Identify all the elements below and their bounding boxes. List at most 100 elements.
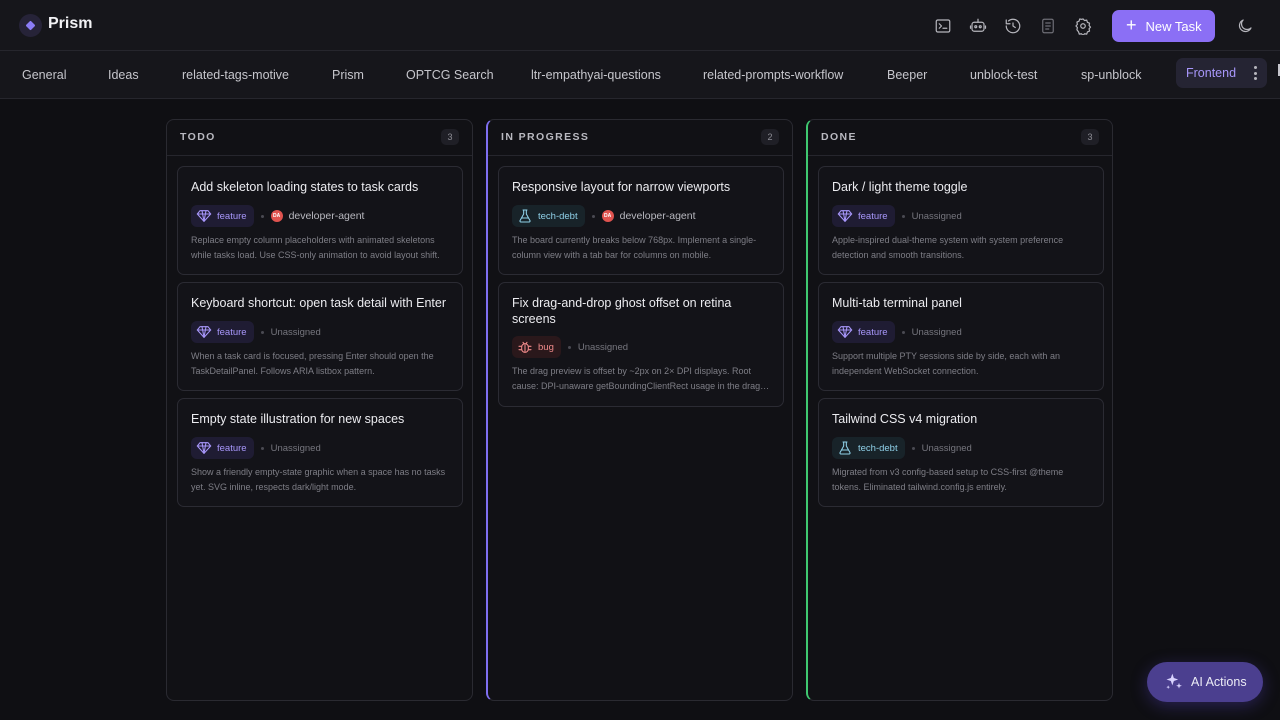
task-meta: feature Unassigned xyxy=(832,321,962,343)
task-title: Keyboard shortcut: open task detail with… xyxy=(191,296,447,310)
history-icon[interactable] xyxy=(1003,16,1023,36)
tab-optcg-search[interactable]: OPTCG Search xyxy=(406,64,494,86)
assignee: Unassigned xyxy=(270,442,321,454)
separator-dot xyxy=(911,446,915,450)
moon-icon[interactable] xyxy=(1235,16,1255,36)
column-header: TODO 3 xyxy=(167,120,472,156)
tab-ltr-empathyai-questions[interactable]: ltr-empathyai-questions xyxy=(531,64,661,86)
tab-related-tags-motive[interactable]: related-tags-motive xyxy=(182,64,289,86)
label-text: bug xyxy=(538,341,554,353)
tab-related-prompts-workflow[interactable]: related-prompts-workflow xyxy=(703,64,843,86)
ai-actions-label: AI Actions xyxy=(1191,675,1247,689)
assignee: Unassigned xyxy=(577,341,629,353)
task-description: The drag preview is offset by ~2px on 2×… xyxy=(512,366,761,391)
separator-dot xyxy=(260,446,264,450)
task-card[interactable]: Empty state illustration for new spaces … xyxy=(177,398,463,507)
label-badge: feature xyxy=(832,321,895,343)
task-title: Tailwind CSS v4 migration xyxy=(832,412,978,426)
task-description: Apple-inspired dual-theme system with sy… xyxy=(832,235,1064,260)
task-title: Responsive layout for narrow viewports xyxy=(512,180,731,194)
task-card[interactable]: Multi-tab terminal panel feature Unassig… xyxy=(818,282,1104,391)
task-description: Migrated from v3 config-based setup to C… xyxy=(832,467,1064,492)
task-meta: tech-debt Unassigned xyxy=(832,437,972,459)
task-meta: bug Unassigned xyxy=(512,336,628,358)
diamond-icon xyxy=(196,442,212,454)
task-description: The board currently breaks below 768px. … xyxy=(512,235,757,260)
column-title: IN PROGRESS xyxy=(501,131,590,143)
flask-icon xyxy=(519,209,531,223)
ai-actions-button[interactable]: AI Actions xyxy=(1147,662,1263,702)
task-meta: feature Unassigned xyxy=(191,321,321,343)
task-card[interactable]: Keyboard shortcut: open task detail with… xyxy=(177,282,463,391)
app-header: Prism + New Task xyxy=(0,0,1280,51)
task-meta: feature DA developer-agent xyxy=(191,205,364,227)
task-card[interactable]: Responsive layout for narrow viewports t… xyxy=(498,166,784,275)
assignee: developer-agent xyxy=(619,210,696,222)
label-text: feature xyxy=(217,326,247,338)
kebab-menu-icon[interactable] xyxy=(1253,66,1257,80)
assignee: Unassigned xyxy=(911,210,962,222)
task-description: Replace empty column placeholders with a… xyxy=(191,235,440,260)
task-description: Show a friendly empty-state graphic when… xyxy=(191,467,446,492)
label-text: feature xyxy=(858,210,888,222)
column-title: TODO xyxy=(180,131,216,143)
assignee: Unassigned xyxy=(921,442,972,454)
tab-general[interactable]: General xyxy=(22,64,66,86)
separator-dot xyxy=(591,214,595,218)
task-description: When a task card is focused, pressing En… xyxy=(191,351,434,376)
tab-sp-unblock[interactable]: sp-unblock xyxy=(1081,64,1141,86)
separator-dot xyxy=(901,330,905,334)
separator-dot xyxy=(567,345,571,349)
task-title: Empty state illustration for new spaces xyxy=(191,412,405,426)
task-description: Support multiple PTY sessions side by si… xyxy=(832,351,1060,376)
label-badge: feature xyxy=(191,205,254,227)
column-todo: TODO 3 Add skeleton loading states to ta… xyxy=(166,119,473,701)
separator-dot xyxy=(260,330,264,334)
column-header: IN PROGRESS 2 xyxy=(488,120,792,156)
tab-frontend[interactable]: Frontend xyxy=(1176,58,1267,88)
task-title: Dark / light theme toggle xyxy=(832,180,968,194)
bug-icon xyxy=(518,341,532,353)
column-count-badge: 3 xyxy=(441,129,459,145)
new-task-label: New Task xyxy=(1145,18,1202,34)
separator-dot xyxy=(260,214,264,218)
label-badge: tech-debt xyxy=(832,437,905,459)
tab-prism[interactable]: Prism xyxy=(332,64,364,86)
assignee: developer-agent xyxy=(288,210,365,222)
tab-ideas[interactable]: Ideas xyxy=(108,64,139,86)
label-text: feature xyxy=(858,326,888,338)
separator-dot xyxy=(901,214,905,218)
logo-mark xyxy=(25,20,36,31)
tab-beeper[interactable]: Beeper xyxy=(887,64,927,86)
task-title: Add skeleton loading states to task card… xyxy=(191,180,419,194)
robot-icon[interactable] xyxy=(968,16,988,36)
task-meta: feature Unassigned xyxy=(191,437,321,459)
label-badge: tech-debt xyxy=(512,205,585,227)
task-meta: feature Unassigned xyxy=(832,205,962,227)
label-text: tech-debt xyxy=(538,210,578,222)
task-card[interactable]: Fix drag-and-drop ghost offset on retina… xyxy=(498,282,784,407)
task-card[interactable]: Add skeleton loading states to task card… xyxy=(177,166,463,275)
label-text: feature xyxy=(217,210,247,222)
app-logo xyxy=(19,14,42,37)
sparkles-icon xyxy=(1166,673,1182,689)
column-header: DONE 3 xyxy=(808,120,1112,156)
gear-icon[interactable] xyxy=(1073,16,1093,36)
diamond-icon xyxy=(837,210,853,222)
column-in-progress: IN PROGRESS 2 Responsive layout for narr… xyxy=(486,119,793,701)
notes-icon[interactable] xyxy=(1038,16,1058,36)
assignee: Unassigned xyxy=(270,326,321,338)
task-title: Multi-tab terminal panel xyxy=(832,296,962,310)
new-task-button[interactable]: + New Task xyxy=(1112,10,1215,42)
task-card[interactable]: Dark / light theme toggle feature Unassi… xyxy=(818,166,1104,275)
task-title: Fix drag-and-drop ghost offset on retina… xyxy=(512,296,732,326)
task-card[interactable]: Tailwind CSS v4 migration tech-debt Unas… xyxy=(818,398,1104,507)
column-done: DONE 3 Dark / light theme toggle feature… xyxy=(806,119,1113,701)
diamond-icon xyxy=(837,326,853,338)
avatar: DA xyxy=(270,210,283,222)
label-badge: feature xyxy=(191,437,254,459)
column-title: DONE xyxy=(821,131,857,143)
diamond-icon xyxy=(196,210,212,222)
terminal-icon[interactable] xyxy=(933,16,953,36)
tab-unblock-test[interactable]: unblock-test xyxy=(970,64,1037,86)
